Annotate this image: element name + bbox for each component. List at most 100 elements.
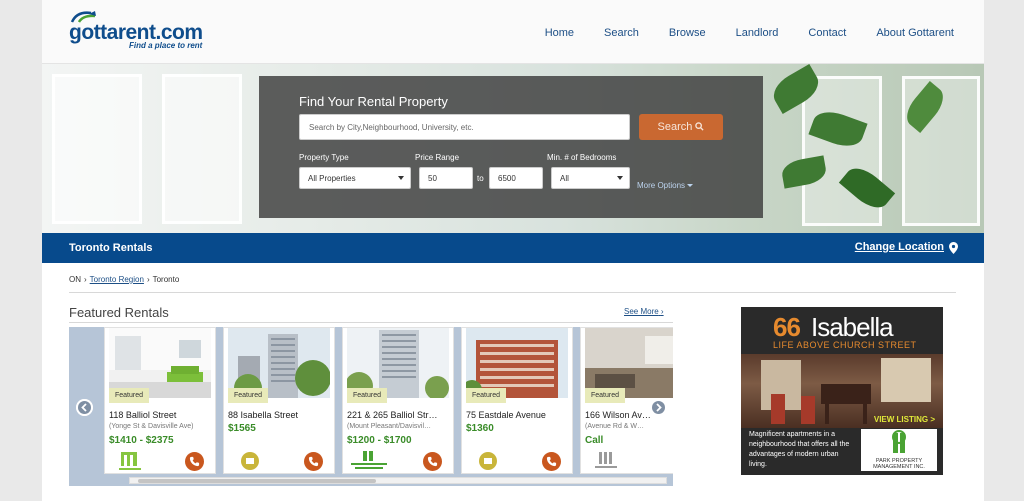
property-type-value: All Properties xyxy=(308,174,356,183)
hero-banner: Find Your Rental Property Search by City… xyxy=(42,64,984,233)
price-to-label: to xyxy=(477,174,484,183)
carousel-next-button[interactable] xyxy=(650,399,667,416)
breadcrumb-separator-icon: › xyxy=(84,275,87,284)
landlord-logo xyxy=(228,450,272,472)
ad-company-name: PARK PROPERTY MANAGEMENT INC. xyxy=(873,458,925,470)
bedrooms-label: Min. # of Bedrooms xyxy=(547,153,617,162)
featured-badge: Featured xyxy=(466,388,506,403)
featured-badge: Featured xyxy=(585,388,625,403)
listing-address: 221 & 265 Balliol Str… xyxy=(347,410,438,420)
nav-contact[interactable]: Contact xyxy=(808,27,846,39)
listing-card[interactable]: Featured 118 Balliol Street (Yonge St & … xyxy=(104,327,216,474)
listing-address: 88 Isabella Street xyxy=(228,410,299,420)
ad-slogan: LIFE ABOVE CHURCH STREET xyxy=(773,340,917,350)
call-button[interactable] xyxy=(185,452,204,471)
breadcrumb: ON › Toronto Region › Toronto xyxy=(69,275,179,284)
listing-intersection: (Yonge St & Davisville Ave) xyxy=(109,423,194,430)
price-max-input[interactable]: 6500 xyxy=(489,167,543,189)
breadcrumb-city: Toronto xyxy=(152,275,180,284)
phone-icon xyxy=(546,456,557,467)
listing-address: 75 Eastdale Avenue xyxy=(466,410,546,420)
chevron-down-icon xyxy=(398,176,404,180)
listing-address: 166 Wilson Av… xyxy=(585,410,651,420)
nav-landlord[interactable]: Landlord xyxy=(736,27,779,39)
phone-icon xyxy=(189,456,200,467)
breadcrumb-province: ON xyxy=(69,275,81,284)
listing-price: Call xyxy=(585,435,604,446)
ad-brand: Isabella xyxy=(811,312,894,342)
listing-price: $1410 - $2375 xyxy=(109,435,174,446)
breadcrumb-separator-icon: › xyxy=(146,275,150,284)
chevron-right-icon xyxy=(650,399,667,416)
page: gottarent.com Find a place to rent Home … xyxy=(42,0,984,501)
see-more-link[interactable]: See More › xyxy=(624,307,664,316)
ad-copy: Magnificent apartments in a neighbourhoo… xyxy=(749,431,850,468)
featured-rentals-title: Featured Rentals xyxy=(69,305,169,320)
search-title: Find Your Rental Property xyxy=(299,94,448,109)
price-range-label: Price Range xyxy=(415,153,460,162)
hero-window-decoration xyxy=(52,74,142,224)
price-min-input[interactable]: 50 xyxy=(419,167,473,189)
see-more-label: See More xyxy=(624,307,659,316)
more-options-link[interactable]: More Options xyxy=(637,181,694,190)
listing-intersection: (Avenue Rd & W… xyxy=(585,423,645,430)
landlord-logo xyxy=(347,450,391,472)
featured-carousel: Featured 118 Balliol Street (Yonge St & … xyxy=(69,327,673,486)
carousel-scrollbar[interactable] xyxy=(129,477,667,484)
logo-tagline: Find a place to rent xyxy=(129,41,203,50)
scrollbar-thumb[interactable] xyxy=(138,479,376,483)
listing-intersection: (Mount Pleasant/Davisvil… xyxy=(347,423,432,430)
main-nav: Home Search Browse Landlord Contact Abou… xyxy=(545,27,954,39)
gottarent-logo[interactable]: gottarent.com Find a place to rent xyxy=(69,10,203,52)
listing-address: 118 Balliol Street xyxy=(109,410,177,420)
phone-icon xyxy=(308,456,319,467)
listing-card[interactable]: Featured 75 Eastdale Avenue $1360 xyxy=(461,327,573,474)
featured-badge: Featured xyxy=(347,388,387,403)
location-search-input[interactable]: Search by City,Neighbourhood, University… xyxy=(299,114,630,140)
search-panel: Find Your Rental Property Search by City… xyxy=(259,76,763,218)
search-icon xyxy=(695,122,705,131)
listing-card[interactable]: Featured 221 & 265 Balliol Str… (Mount P… xyxy=(342,327,454,474)
view-listing-link[interactable]: VIEW LISTING > xyxy=(874,415,935,424)
featured-badge: Featured xyxy=(228,388,268,403)
ad-number: 66 xyxy=(773,312,801,342)
call-button[interactable] xyxy=(304,452,323,471)
nav-search[interactable]: Search xyxy=(604,27,639,39)
property-type-label: Property Type xyxy=(299,153,349,162)
breadcrumb-region-link[interactable]: Toronto Region xyxy=(90,275,144,284)
more-options-label: More Options xyxy=(637,181,686,190)
listing-price: $1200 - $1700 xyxy=(347,435,412,446)
hero-window-decoration xyxy=(162,74,242,224)
site-header: gottarent.com Find a place to rent Home … xyxy=(42,0,984,64)
listing-card[interactable]: Featured 88 Isabella Street $1565 xyxy=(223,327,335,474)
park-property-logo: PARK PROPERTY MANAGEMENT INC. xyxy=(861,429,937,471)
nav-home[interactable]: Home xyxy=(545,27,574,39)
location-bar: Toronto Rentals Change Location xyxy=(42,233,984,263)
nav-about[interactable]: About Gottarent xyxy=(876,27,954,39)
caret-down-icon xyxy=(687,184,694,187)
carousel-prev-button[interactable] xyxy=(76,399,93,416)
phone-icon xyxy=(427,456,438,467)
call-button[interactable] xyxy=(542,452,561,471)
bedrooms-select[interactable]: All xyxy=(551,167,630,189)
advertisement-banner[interactable]: 66 Isabella LIFE ABOVE CHURCH STREET VIE… xyxy=(741,307,943,475)
chevron-left-icon xyxy=(76,399,93,416)
featured-badge: Featured xyxy=(109,388,149,403)
divider xyxy=(69,322,673,323)
search-button-label: Search xyxy=(657,121,693,133)
nav-browse[interactable]: Browse xyxy=(669,27,706,39)
current-city-title: Toronto Rentals xyxy=(69,242,153,254)
listing-price: $1360 xyxy=(466,423,494,434)
map-pin-icon[interactable] xyxy=(949,242,958,254)
divider xyxy=(69,292,956,293)
change-location-link[interactable]: Change Location xyxy=(855,241,944,253)
bedrooms-value: All xyxy=(560,174,569,183)
property-type-select[interactable]: All Properties xyxy=(299,167,411,189)
call-button[interactable] xyxy=(423,452,442,471)
landlord-logo xyxy=(466,450,510,472)
search-button[interactable]: Search xyxy=(639,114,723,140)
landlord-logo xyxy=(585,450,629,472)
listing-price: $1565 xyxy=(228,423,256,434)
chevron-right-icon: › xyxy=(660,307,664,316)
landlord-logo xyxy=(109,450,153,472)
